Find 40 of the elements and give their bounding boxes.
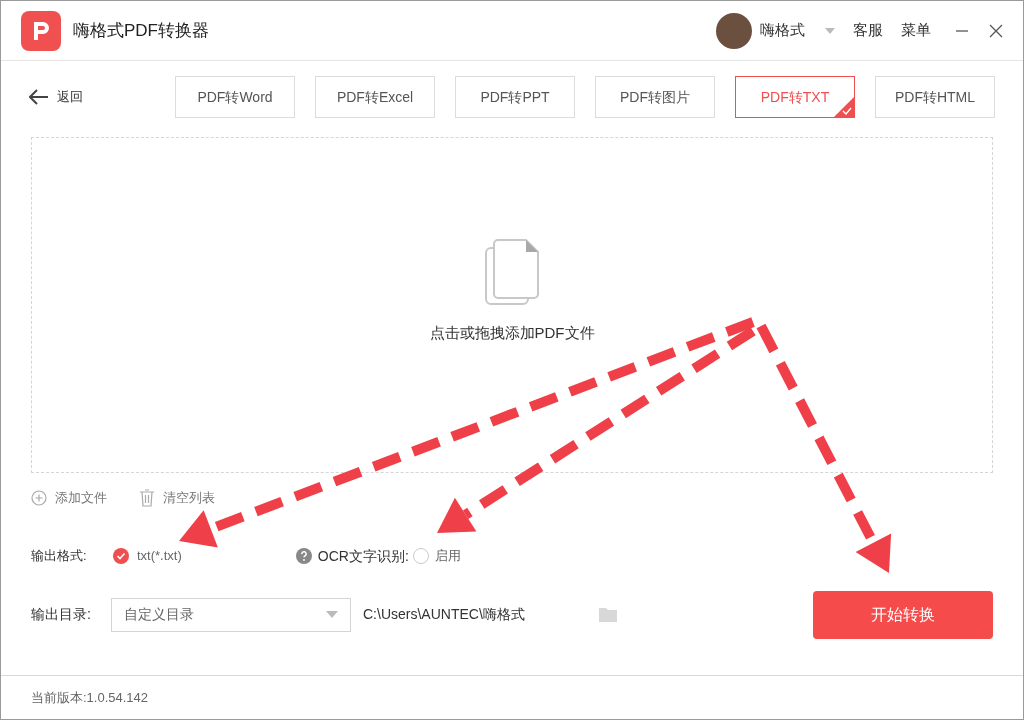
- directory-select[interactable]: 自定义目录: [111, 597, 351, 632]
- selected-check-icon: [834, 97, 854, 117]
- check-icon: [116, 551, 126, 561]
- conversion-tab[interactable]: PDF转Word: [175, 76, 295, 118]
- file-copy-icon: [484, 237, 540, 306]
- back-label: 返回: [57, 88, 83, 107]
- format-option: txt(*.txt): [137, 546, 182, 566]
- start-convert-button[interactable]: 开始转换: [813, 590, 993, 639]
- plus-circle-icon: [31, 489, 47, 506]
- tool-label: 添加文件: [55, 489, 107, 507]
- app-logo-icon: [21, 10, 61, 51]
- header-link[interactable]: 菜单: [901, 19, 931, 42]
- conversion-tab[interactable]: PDF转图片: [595, 76, 715, 118]
- user-name[interactable]: 嗨格式: [760, 19, 805, 42]
- header-link[interactable]: 客服: [853, 19, 883, 42]
- caret-icon[interactable]: [825, 27, 835, 34]
- conversion-tab[interactable]: PDF转PPT: [455, 76, 575, 118]
- conversion-tab[interactable]: PDF转TXT: [735, 76, 855, 118]
- avatar-icon: [716, 12, 752, 49]
- output-label: 输出目录:: [31, 605, 92, 624]
- help-icon[interactable]: [295, 548, 312, 564]
- close-icon[interactable]: [989, 23, 1003, 38]
- format-radio[interactable]: [113, 548, 129, 564]
- output-path: C:\Users\AUNTEC\嗨格式: [363, 605, 525, 624]
- add-file-button[interactable]: 添加文件: [31, 488, 107, 508]
- conversion-tab[interactable]: PDF转HTML: [875, 76, 995, 118]
- format-label: 输出格式:: [31, 547, 88, 566]
- back-arrow-icon: [29, 89, 49, 105]
- version-text: 当前版本:1.0.54.142: [31, 688, 149, 707]
- tool-label: 清空列表: [163, 489, 215, 507]
- clear-list-button[interactable]: 清空列表: [139, 488, 215, 508]
- app-title: 嗨格式PDF转换器: [73, 19, 209, 42]
- conversion-tab[interactable]: PDF转Excel: [315, 76, 435, 118]
- trash-icon: [139, 488, 155, 507]
- drop-hint: 点击或拖拽添加PDF文件: [429, 322, 595, 343]
- ocr-option: 启用: [434, 546, 461, 566]
- back-link[interactable]: 返回: [29, 87, 175, 107]
- caret-icon: [326, 611, 338, 618]
- ocr-label: OCR文字识别:: [317, 546, 409, 566]
- file-drop-area[interactable]: 点击或拖拽添加PDF文件: [31, 137, 993, 473]
